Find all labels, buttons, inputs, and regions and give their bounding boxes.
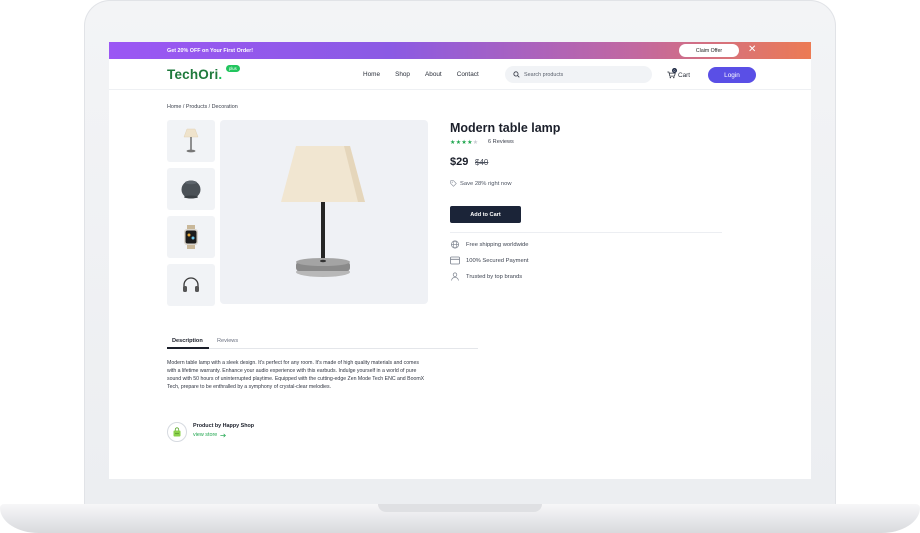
divider [450, 232, 722, 233]
rating-stars: ★★★★★ [450, 139, 478, 146]
price: $29 [450, 156, 469, 168]
navbar: TechOri. plus Home Shop About Contact Se… [109, 59, 811, 90]
close-icon[interactable]: ✕ [748, 43, 756, 57]
seller-avatar [167, 422, 187, 442]
lamp-illustration [281, 146, 365, 277]
cart-button[interactable]: 0 Cart [667, 68, 691, 79]
speaker-icon [181, 180, 201, 199]
add-to-cart-button[interactable]: Add to Cart [450, 206, 521, 223]
product-tabs: Description Reviews [167, 335, 478, 349]
shop-bag-icon [173, 427, 181, 437]
view-store-link[interactable]: view store [193, 432, 227, 438]
nav-link-about[interactable]: About [425, 71, 442, 78]
seller-name: Product by Happy Shop [193, 423, 255, 429]
headphones-icon [183, 277, 199, 292]
tab-description[interactable]: Description [172, 338, 203, 344]
tab-reviews[interactable]: Reviews [217, 338, 238, 344]
tag-icon [450, 180, 457, 187]
card-icon [450, 256, 460, 265]
breadcrumb[interactable]: Home / Products / Decoration [167, 104, 238, 110]
globe-icon [451, 240, 459, 249]
promo-text: Get 20% OFF on Your First Order! [167, 47, 254, 54]
tab-active-indicator [167, 347, 209, 349]
promo-bar: Get 20% OFF on Your First Order! Claim O… [109, 42, 811, 59]
login-button[interactable]: Login [708, 67, 756, 83]
smartwatch-icon [184, 225, 198, 249]
laptop-notch [378, 504, 542, 512]
nav-link-contact[interactable]: Contact [457, 71, 479, 78]
star-empty-icon: ★ [472, 140, 479, 146]
search-icon [513, 71, 520, 78]
save-text: Save 28% right now [460, 180, 512, 187]
search-input[interactable]: Search products [505, 66, 652, 83]
user-icon [451, 272, 459, 281]
lamp-icon [183, 128, 199, 153]
arrow-right-icon [220, 433, 227, 437]
feature-shipping: Free shipping worldwide [450, 240, 529, 249]
browser-screen: Get 20% OFF on Your First Order! Claim O… [109, 42, 811, 479]
thumbnail-speaker[interactable] [167, 168, 215, 210]
product-title: Modern table lamp [450, 121, 561, 135]
product-main-image [220, 120, 428, 304]
nav-links: Home Shop About Contact [363, 71, 494, 78]
logo-badge: plus [226, 65, 240, 72]
logo-text: TechOri [167, 67, 219, 82]
nav-link-shop[interactable]: Shop [395, 71, 410, 78]
reviews-count[interactable]: 6 Reviews [488, 139, 514, 145]
logo-dot: . [218, 67, 223, 82]
old-price: $40 [475, 158, 489, 167]
view-store-label: view store [193, 432, 218, 438]
save-note: Save 28% right now [450, 180, 512, 187]
claim-offer-button[interactable]: Claim Offer [679, 44, 739, 57]
thumbnail-smartwatch[interactable] [167, 216, 215, 258]
product-description: Modern table lamp with a sleek design. I… [167, 360, 425, 391]
cart-count-badge: 0 [672, 68, 677, 73]
feature-payment: 100% Secured Payment [450, 256, 529, 265]
logo[interactable]: TechOri. [167, 67, 222, 82]
feature-text: Trusted by top brands [466, 273, 523, 280]
feature-text: 100% Secured Payment [466, 257, 529, 264]
feature-text: Free shipping worldwide [466, 241, 529, 248]
feature-trusted: Trusted by top brands [450, 272, 522, 281]
nav-link-home[interactable]: Home [363, 71, 380, 78]
thumbnail-lamp[interactable] [167, 120, 215, 162]
thumbnail-headphones[interactable] [167, 264, 215, 306]
search-placeholder: Search products [524, 71, 564, 78]
cart-label: Cart [678, 71, 691, 79]
